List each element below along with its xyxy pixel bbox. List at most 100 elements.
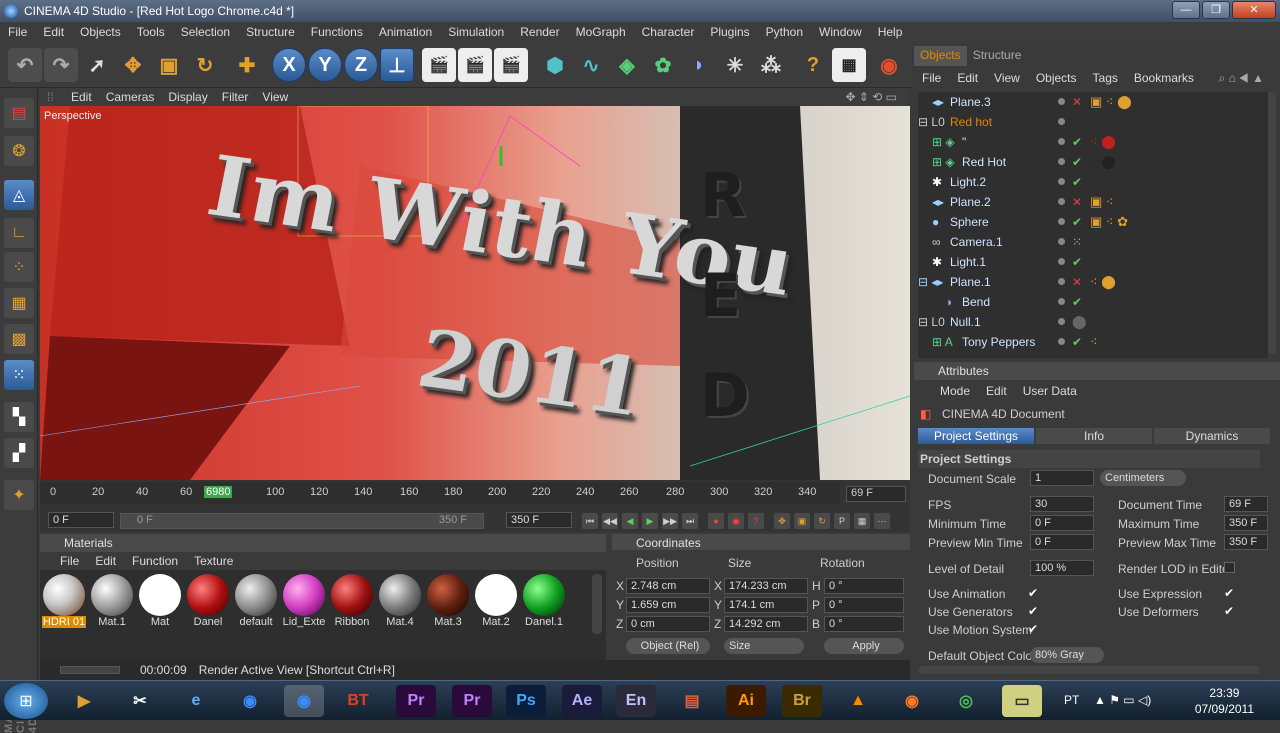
size-mode-dropdown[interactable]: Size (724, 638, 804, 654)
viewport-layout-icon[interactable]: ▤ (4, 98, 34, 128)
apply-button[interactable]: Apply (824, 638, 904, 654)
level-of-detail-field[interactable]: 100 % (1030, 560, 1094, 576)
edit-render-icon[interactable]: ❂ (4, 136, 34, 166)
materials-menu-function[interactable]: Function (124, 554, 186, 568)
objects-search-icon[interactable]: ⌕ ⌂ ◀ ▲ (1211, 71, 1272, 86)
render-settings-icon[interactable]: 🎬 (494, 48, 528, 82)
use-generators-checkbox[interactable]: ✔ (1028, 604, 1038, 618)
timeline-playhead[interactable]: 6980 (204, 486, 233, 498)
menu-animation[interactable]: Animation (371, 25, 440, 39)
rotation-p-field[interactable]: 0 ° (824, 597, 904, 613)
enabled-check-icon[interactable]: ✔ (1072, 212, 1082, 232)
menu-python[interactable]: Python (758, 25, 811, 39)
position-x-field[interactable]: 2.748 cm (626, 578, 710, 594)
viewport-menu-cameras[interactable]: Cameras (99, 90, 162, 104)
checker-icon[interactable]: ▚ (4, 402, 34, 432)
size-x-field[interactable]: 174.233 cm (724, 578, 808, 594)
disabled-x-icon[interactable]: ✕ (1072, 192, 1082, 212)
menu-simulation[interactable]: Simulation (440, 25, 512, 39)
objects-scrollbar[interactable] (1268, 92, 1276, 354)
tab-project-settings[interactable]: Project Settings (918, 428, 1034, 444)
workplane-icon[interactable]: ▞ (4, 438, 34, 468)
attributes-hscrollbar[interactable] (918, 666, 1260, 674)
visibility-dot[interactable] (1058, 298, 1065, 305)
objects-menu-view[interactable]: View (986, 71, 1028, 85)
disabled-x-icon[interactable]: ✕ (1072, 92, 1082, 112)
object-row-camera1[interactable]: ∞ Camera.1 ⁙ (918, 232, 1268, 252)
position-z-field[interactable]: 0 cm (626, 616, 710, 632)
menu-functions[interactable]: Functions (303, 25, 371, 39)
current-frame-field[interactable]: 69 F (846, 486, 906, 502)
visibility-dot[interactable] (1058, 118, 1065, 125)
deformer-icon[interactable]: ◗ (682, 48, 716, 82)
after-effects-icon[interactable]: Ae (562, 685, 602, 717)
key-help-icon[interactable]: ? (748, 513, 764, 529)
scale-tool-icon[interactable]: ▣ (152, 48, 186, 82)
language-indicator[interactable]: PT (1064, 693, 1079, 707)
use-deformers-checkbox[interactable]: ✔ (1224, 604, 1234, 618)
tag-icons[interactable]: ▣ ⁖ ✿ (1090, 212, 1128, 232)
key-pla-icon[interactable]: ▦ (854, 513, 870, 529)
maximize-button[interactable]: ❐ (1202, 1, 1230, 19)
objects-menu-tags[interactable]: Tags (1085, 71, 1126, 85)
enabled-check-icon[interactable]: ✔ (1072, 252, 1082, 272)
rotation-b-field[interactable]: 0 ° (824, 616, 904, 632)
material-danel[interactable]: Danel (186, 574, 230, 632)
undo-icon[interactable]: ↶ (8, 48, 42, 82)
render-view-icon[interactable]: 🎬 (422, 48, 456, 82)
vlc-icon[interactable]: ▲ (838, 685, 878, 717)
object-row-tony-peppers[interactable]: ⊞ A Tony Peppers ✔ ⁖ (918, 332, 1268, 352)
illustrator-icon[interactable]: Ai (726, 685, 766, 717)
close-button[interactable]: ✕ (1232, 1, 1276, 19)
menu-edit[interactable]: Edit (35, 25, 72, 39)
media-player-icon[interactable]: ▶ (64, 685, 104, 717)
enabled-check-icon[interactable]: ✔ (1072, 172, 1082, 192)
tab-objects[interactable]: Objects (914, 46, 967, 66)
menu-help[interactable]: Help (870, 25, 911, 39)
internet-explorer-icon[interactable]: e (176, 685, 216, 717)
menu-objects[interactable]: Objects (72, 25, 129, 39)
material-mat2[interactable]: Mat.2 (474, 574, 518, 632)
tab-dynamics[interactable]: Dynamics (1154, 428, 1270, 444)
menu-plugins[interactable]: Plugins (702, 25, 757, 39)
help-cursor-icon[interactable]: ? (796, 48, 830, 82)
viewport-menu-display[interactable]: Display (161, 90, 214, 104)
menu-selection[interactable]: Selection (173, 25, 238, 39)
tag-icons[interactable]: ▣ ⁖ ⬤ (1090, 92, 1132, 112)
materials-menu-texture[interactable]: Texture (186, 554, 241, 568)
disabled-x-icon[interactable]: ✕ (1072, 272, 1082, 292)
auto-key-icon[interactable]: ◉ (728, 513, 744, 529)
fps-field[interactable]: 30 (1030, 496, 1094, 512)
enabled-check-icon[interactable]: ✔ (1072, 292, 1082, 312)
globe-icon[interactable]: ◉ (230, 685, 270, 717)
attributes-menu-edit[interactable]: Edit (978, 384, 1015, 398)
tag-icons[interactable]: ▣ ⁖ (1090, 192, 1114, 212)
materials-menu-file[interactable]: File (52, 554, 87, 568)
timeline-more-icon[interactable]: ⋯ (874, 513, 890, 529)
tag-icons[interactable]: ⁖ (1090, 332, 1098, 352)
play-forward-icon[interactable]: ▶ (642, 513, 658, 529)
rotate-tool-icon[interactable]: ↻ (188, 48, 222, 82)
coord-mode-dropdown[interactable]: Object (Rel) (626, 638, 710, 654)
chrome-icon[interactable]: ◎ (946, 685, 986, 717)
key-param-icon[interactable]: P (834, 513, 850, 529)
layout-icon[interactable]: ▦ (832, 48, 866, 82)
enabled-check-icon[interactable]: ✔ (1072, 132, 1082, 152)
preview-min-field[interactable]: 0 F (1030, 534, 1094, 550)
visibility-dot[interactable] (1058, 278, 1065, 285)
timeline-ruler[interactable]: 0 20 40 60 6980 100 120 140 160 180 200 … (40, 482, 840, 504)
coordinate-system-icon[interactable]: ⊥ (380, 48, 414, 82)
texture-mode-icon[interactable]: ⁙ (4, 360, 34, 390)
key-rotation-icon[interactable]: ↻ (814, 513, 830, 529)
visibility-dot[interactable] (1058, 98, 1065, 105)
photoshop-icon[interactable]: Ps (506, 685, 546, 717)
viewport-nav-icons[interactable]: ✥ ⇕ ⟲ ▭ (838, 90, 904, 104)
premiere-icon[interactable]: Pr (396, 685, 436, 717)
object-axis-icon[interactable]: ∟ (4, 218, 34, 248)
minimum-time-field[interactable]: 0 F (1030, 515, 1094, 531)
visibility-dot[interactable] (1058, 198, 1065, 205)
camera-tag-icon[interactable]: ⁙ (1072, 232, 1082, 252)
minimize-button[interactable]: — (1172, 1, 1200, 19)
menu-mograph[interactable]: MoGraph (568, 25, 634, 39)
default-object-color-dropdown[interactable]: 80% Gray (1030, 647, 1104, 663)
